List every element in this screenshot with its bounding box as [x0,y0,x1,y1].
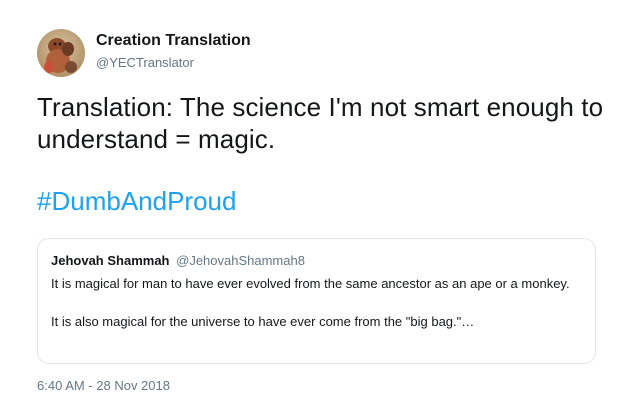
tweet-text: Translation: The science I'm not smart e… [37,92,604,154]
tweet-timestamp[interactable]: 6:40 AM - 28 Nov 2018 [37,378,170,393]
quoted-tweet-card[interactable]: Jehovah Shammah @JehovahShammah8 It is m… [37,238,596,364]
tweet: Creation Translation @YECTranslator Tran… [0,0,633,408]
hashtag-link[interactable]: #DumbAndProud [37,185,236,217]
author-handle[interactable]: @YECTranslator [96,55,194,70]
avatar[interactable] [37,29,85,77]
quoted-tweet-paragraph: It is magical for man to have ever evolv… [51,276,570,291]
quoted-tweet-header: Jehovah Shammah @JehovahShammah8 [51,253,305,268]
quoted-tweet-author-handle: @JehovahShammah8 [176,253,305,268]
author-name[interactable]: Creation Translation [96,32,251,50]
quoted-tweet-body: It is magical for man to have ever evolv… [51,274,581,331]
quoted-tweet-paragraph: It is also magical for the universe to h… [51,314,475,329]
quoted-tweet-author-name: Jehovah Shammah [51,253,170,268]
profile-photo-icon [37,29,85,77]
